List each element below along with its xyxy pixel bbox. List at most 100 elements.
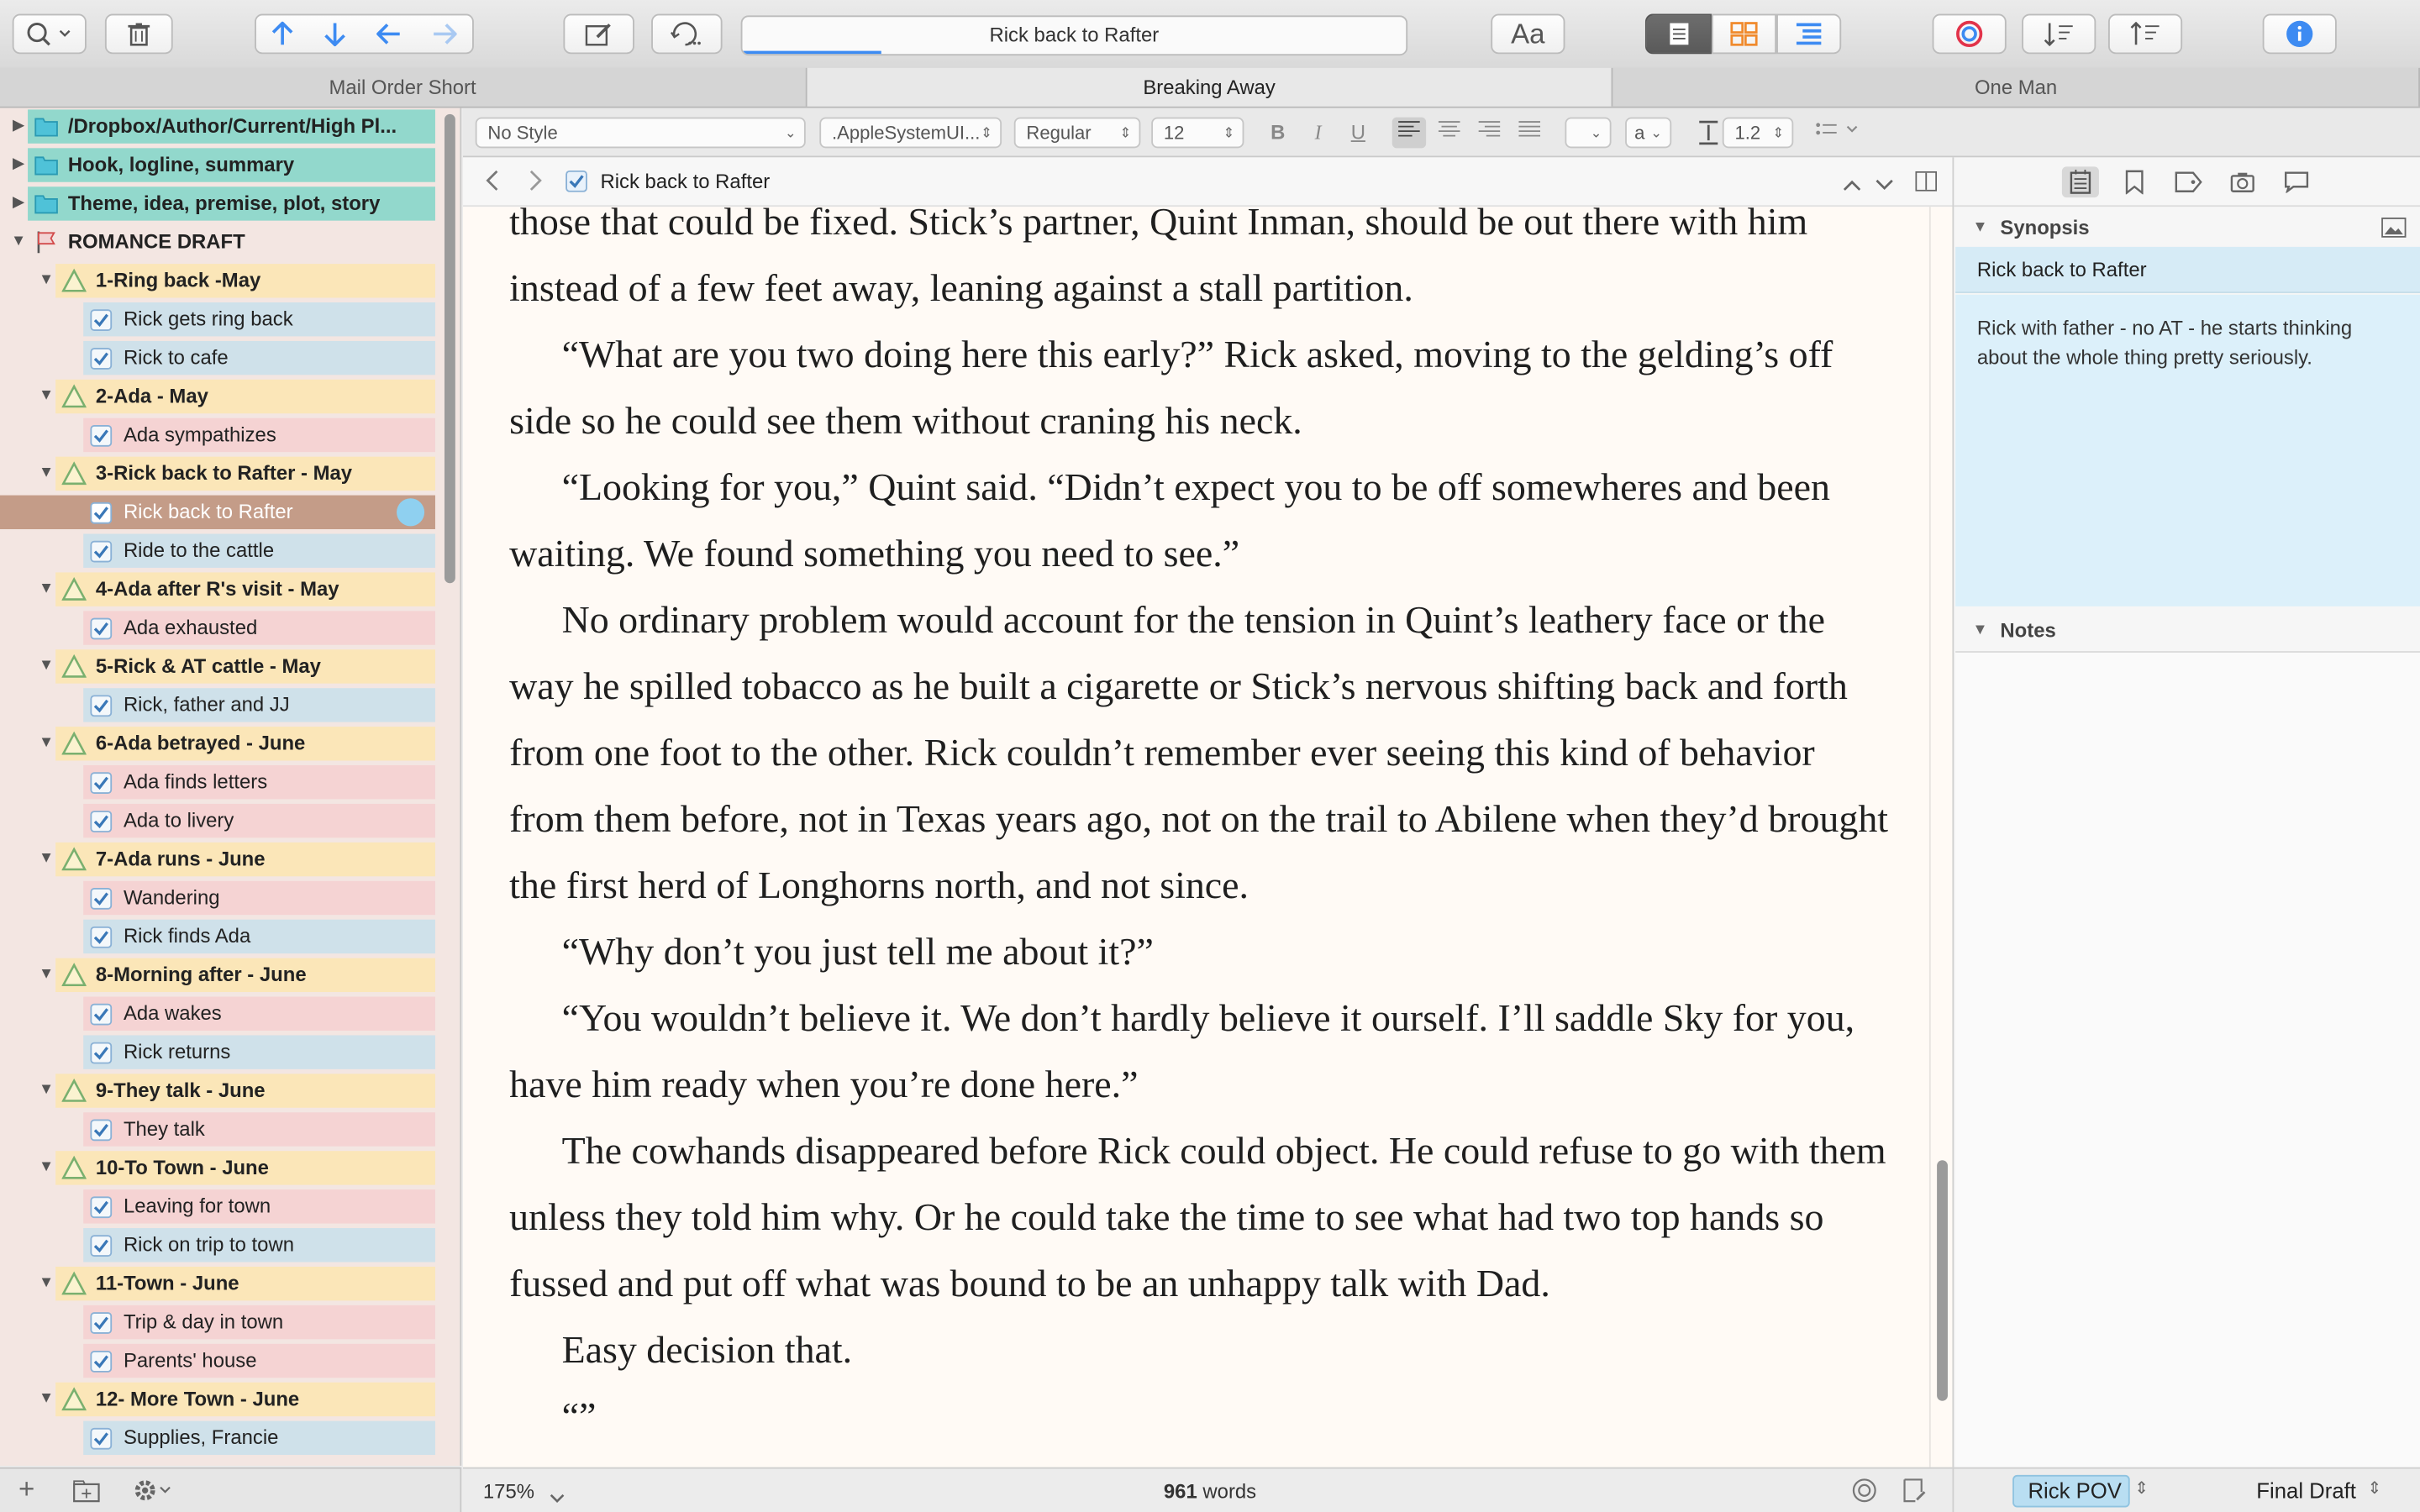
- editor-paragraph[interactable]: “You wouldn’t believe it. We don’t hardl…: [509, 986, 1891, 1119]
- view-document-button[interactable]: [1644, 13, 1712, 55]
- binder-item[interactable]: ▼ 8-Morning after - June: [0, 957, 460, 994]
- bold-button[interactable]: B: [1261, 118, 1295, 149]
- underline-button[interactable]: U: [1341, 118, 1375, 149]
- disclosure-triangle-icon[interactable]: ▼: [37, 1265, 55, 1302]
- binder-item[interactable]: Rick to cafe: [0, 339, 460, 376]
- targets-button[interactable]: [1932, 13, 2007, 55]
- editor-paragraph[interactable]: No ordinary problem would account for th…: [509, 588, 1891, 920]
- chevron-down-icon[interactable]: [1876, 173, 1894, 197]
- justify-button[interactable]: [1512, 118, 1546, 149]
- notes-text-area[interactable]: [1955, 651, 2420, 1469]
- sort-down-button[interactable]: [2022, 13, 2096, 55]
- binder-item[interactable]: Rick back to Rafter: [0, 494, 460, 531]
- disclosure-triangle-icon[interactable]: ▼: [37, 378, 55, 415]
- binder-item[interactable]: ▼ 12- More Town - June: [0, 1381, 460, 1418]
- editor-paragraph[interactable]: “What are you two doing here this early?…: [509, 323, 1891, 455]
- back-arrow-icon[interactable]: [485, 170, 500, 196]
- style-select[interactable]: No Style ⌄: [475, 117, 806, 149]
- updown-icon[interactable]: ⇕: [2368, 1478, 2382, 1498]
- binder-item[interactable]: Trip & day in town: [0, 1304, 460, 1341]
- tab-mail-order-short[interactable]: Mail Order Short: [0, 67, 808, 107]
- editor-paragraph[interactable]: “”: [509, 1384, 1891, 1451]
- compose-button[interactable]: [563, 13, 634, 55]
- move-down-icon[interactable]: [324, 22, 346, 47]
- snapshot-button[interactable]: [651, 13, 723, 55]
- binder-item[interactable]: ▼ 9-They talk - June: [0, 1073, 460, 1110]
- target-small-icon[interactable]: [1852, 1478, 1876, 1508]
- disclosure-triangle-icon[interactable]: ▶: [9, 146, 28, 183]
- binder-item[interactable]: Rick returns: [0, 1034, 460, 1071]
- editor-paragraph[interactable]: The cowhands disappeared before Rick cou…: [509, 1119, 1891, 1318]
- add-folder-icon[interactable]: [72, 1479, 100, 1503]
- highlight-select[interactable]: a ⌄: [1625, 117, 1672, 149]
- binder-item[interactable]: ▶ Hook, logline, summary: [0, 146, 460, 183]
- synopsis-title-field[interactable]: Rick back to Rafter: [1955, 246, 2420, 293]
- editor-scrollbar[interactable]: [1937, 1160, 1948, 1401]
- binder-item[interactable]: They talk: [0, 1110, 460, 1147]
- binder-item[interactable]: ▼ 4-Ada after R's visit - May: [0, 571, 460, 608]
- italic-button[interactable]: I: [1301, 118, 1334, 149]
- chevron-up-icon[interactable]: [1843, 173, 1861, 197]
- image-icon[interactable]: [2381, 217, 2407, 238]
- view-corkboard-button[interactable]: [1711, 13, 1777, 55]
- inspector-tab-bookmarks[interactable]: [2116, 166, 2153, 197]
- forward-arrow-icon[interactable]: [528, 170, 543, 196]
- gear-icon[interactable]: [133, 1478, 173, 1503]
- label-select[interactable]: Rick POV: [2012, 1474, 2130, 1508]
- inspector-toggle-button[interactable]: [2262, 13, 2337, 55]
- disclosure-triangle-icon[interactable]: ▼: [37, 455, 55, 492]
- binder-item[interactable]: Ada sympathizes: [0, 417, 460, 454]
- font-family-select[interactable]: .AppleSystemUI... ⇕: [819, 117, 1002, 149]
- chevron-down-icon[interactable]: [550, 1486, 565, 1509]
- editor-text-content[interactable]: those that could be fixed. Stick’s partn…: [509, 207, 1891, 1450]
- binder-item[interactable]: Supplies, Francie: [0, 1420, 460, 1457]
- trash-button[interactable]: [104, 13, 173, 55]
- text-color-select[interactable]: ⌄: [1565, 117, 1612, 149]
- comment-edit-icon[interactable]: [1902, 1478, 1926, 1508]
- binder-item[interactable]: Ada exhausted: [0, 610, 460, 647]
- add-icon[interactable]: +: [18, 1473, 34, 1506]
- disclosure-triangle-icon[interactable]: ▼: [37, 1073, 55, 1110]
- binder-item[interactable]: ▶ Theme, idea, premise, plot, story: [0, 185, 460, 222]
- align-right-button[interactable]: [1472, 118, 1506, 149]
- inspector-tab-metadata[interactable]: [2170, 166, 2207, 197]
- binder-scrollbar[interactable]: [444, 113, 455, 584]
- binder-item[interactable]: Ada wakes: [0, 995, 460, 1032]
- binder-item[interactable]: ▼ 1-Ring back -May: [0, 262, 460, 299]
- tab-one-man[interactable]: One Man: [1613, 67, 2420, 107]
- disclosure-triangle-icon[interactable]: ▼: [37, 957, 55, 994]
- updown-icon[interactable]: ⇕: [2134, 1478, 2149, 1498]
- sort-up-button[interactable]: [2107, 13, 2183, 55]
- inspector-tab-comments[interactable]: [2278, 166, 2315, 197]
- binder-item[interactable]: ▶ /Dropbox/Author/Current/High Pl...: [0, 108, 460, 145]
- tab-breaking-away[interactable]: Breaking Away: [807, 67, 1614, 107]
- binder-item[interactable]: Leaving for town: [0, 1188, 460, 1225]
- binder-item[interactable]: ▼ 10-To Town - June: [0, 1149, 460, 1186]
- move-right-icon[interactable]: [432, 24, 457, 45]
- move-left-icon[interactable]: [376, 24, 401, 45]
- align-left-button[interactable]: [1392, 117, 1427, 149]
- disclosure-triangle-icon[interactable]: ▼: [37, 571, 55, 608]
- view-outline-button[interactable]: [1776, 13, 1842, 55]
- disclosure-triangle-icon[interactable]: ▼: [37, 648, 55, 685]
- inspector-tab-snapshots[interactable]: [2224, 166, 2261, 197]
- disclosure-triangle-icon[interactable]: ▼: [37, 841, 55, 878]
- disclosure-triangle-icon[interactable]: ▼: [37, 1149, 55, 1186]
- line-spacing-select[interactable]: 1.2 ⇕: [1722, 117, 1794, 149]
- zoom-select[interactable]: 175%: [483, 1469, 534, 1512]
- notes-section-header[interactable]: ▼ Notes: [1954, 611, 2420, 651]
- text-editor[interactable]: those that could be fixed. Stick’s partn…: [463, 207, 1929, 1467]
- disclosure-triangle-icon[interactable]: ▶: [9, 108, 28, 145]
- binder-item[interactable]: Rick gets ring back: [0, 301, 460, 338]
- binder-item[interactable]: ▼ ROMANCE DRAFT: [0, 223, 460, 260]
- disclosure-triangle-icon[interactable]: ▼: [37, 725, 55, 762]
- binder-item[interactable]: Ada finds letters: [0, 764, 460, 801]
- binder-item[interactable]: Rick on trip to town: [0, 1226, 460, 1263]
- align-center-button[interactable]: [1432, 118, 1465, 149]
- font-size-select[interactable]: 12 ⇕: [1151, 117, 1244, 149]
- status-select[interactable]: Final Draft: [2256, 1469, 2356, 1512]
- font-button[interactable]: Aa: [1491, 13, 1565, 55]
- binder-item[interactable]: Wandering: [0, 879, 460, 916]
- binder-item[interactable]: Parents' house: [0, 1342, 460, 1379]
- document-title-field[interactable]: Rick back to Rafter: [740, 15, 1408, 56]
